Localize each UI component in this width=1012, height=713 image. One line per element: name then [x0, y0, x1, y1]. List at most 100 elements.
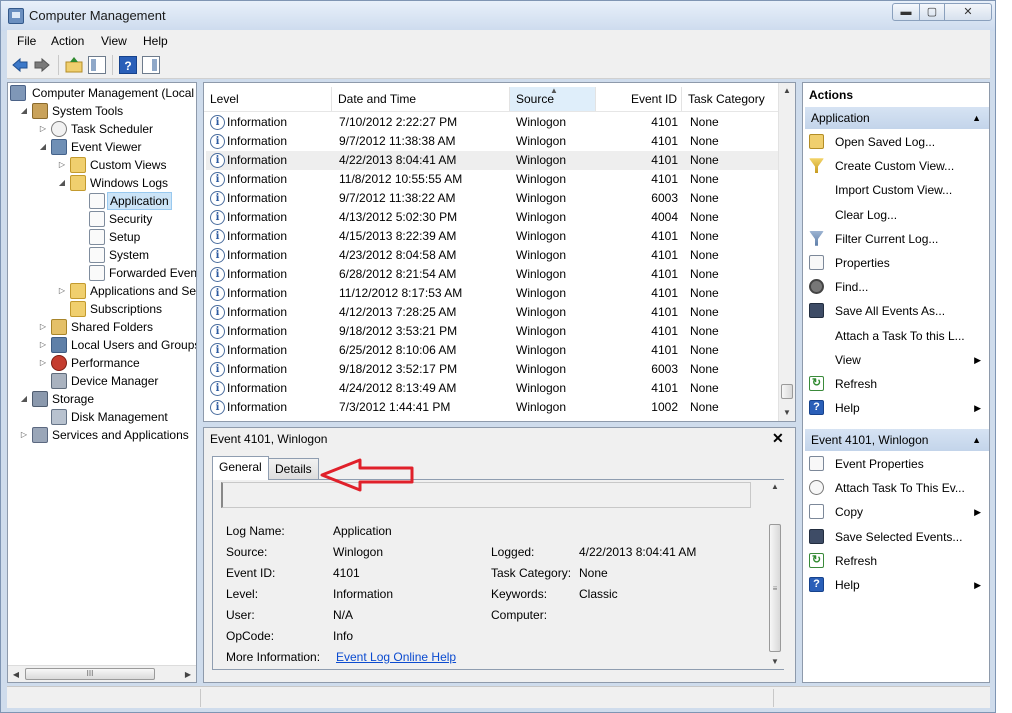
- table-row[interactable]: i Information 4/22/2013 8:04:41 AM Winlogon…: [206, 151, 778, 170]
- back-arrow-icon[interactable]: [11, 56, 29, 74]
- detail-vertical-scrollbar[interactable]: ▲ ≡ ▼: [767, 480, 784, 669]
- table-row[interactable]: i Information 11/12/2012 8:17:53 AM Winlogo…: [206, 284, 778, 303]
- scrollbar-thumb[interactable]: III: [25, 668, 155, 680]
- information-icon: i: [210, 172, 225, 187]
- tree-horizontal-scrollbar[interactable]: ◀ III ▶: [8, 665, 196, 682]
- help-icon[interactable]: ?: [119, 56, 137, 74]
- action-help[interactable]: ? Help ▶: [807, 574, 987, 596]
- expand-arrow-icon[interactable]: ▷: [37, 120, 49, 138]
- event-log-online-help-link[interactable]: Event Log Online Help: [336, 650, 456, 664]
- show-hide-action-pane-icon[interactable]: [142, 56, 160, 74]
- expand-arrow-icon[interactable]: ▷: [37, 318, 49, 336]
- action-attach-a-task-to-this-l[interactable]: Attach a Task To this L...: [807, 325, 987, 347]
- menu-view[interactable]: View: [101, 34, 127, 48]
- scroll-right-arrow-icon[interactable]: ▶: [181, 668, 195, 681]
- menu-bar: File Action View Help: [7, 30, 990, 52]
- menu-action[interactable]: Action: [51, 34, 84, 48]
- collapse-arrow-icon[interactable]: ◢: [56, 174, 68, 192]
- action-refresh[interactable]: ↻ Refresh: [807, 550, 987, 572]
- action-clear-log[interactable]: Clear Log...: [807, 204, 987, 226]
- table-row[interactable]: i Information 7/10/2012 2:22:27 PM Winlogon…: [206, 113, 778, 132]
- action-open-saved-log[interactable]: Open Saved Log...: [807, 131, 987, 153]
- collapse-section-icon[interactable]: ▲: [972, 107, 981, 129]
- column-header-level[interactable]: Level: [204, 87, 332, 111]
- table-row[interactable]: i Information 9/7/2012 11:38:22 AM Winlogon…: [206, 189, 778, 208]
- action-label: Import Custom View...: [835, 183, 953, 198]
- action-properties[interactable]: Properties: [807, 252, 987, 274]
- scroll-up-arrow-icon[interactable]: ▲: [767, 480, 783, 494]
- table-row[interactable]: i Information 9/18/2012 3:53:21 PM Winlogon…: [206, 322, 778, 341]
- scroll-down-arrow-icon[interactable]: ▼: [767, 655, 783, 669]
- table-row[interactable]: i Information 4/12/2013 7:28:25 AM Winlogon…: [206, 303, 778, 322]
- collapse-arrow-icon[interactable]: ◢: [18, 102, 30, 120]
- cell-source: Winlogon: [516, 153, 567, 167]
- action-create-custom-view[interactable]: Create Custom View...: [807, 155, 987, 177]
- table-row[interactable]: i Information 4/23/2012 8:04:58 AM Winlogon…: [206, 246, 778, 265]
- column-header-event-id[interactable]: Event ID: [596, 87, 682, 111]
- forward-arrow-icon[interactable]: [33, 56, 51, 74]
- collapse-arrow-icon[interactable]: ◢: [37, 138, 49, 156]
- services-icon: [32, 427, 48, 443]
- tree-node-label: Task Scheduler: [71, 122, 154, 136]
- scroll-left-arrow-icon[interactable]: ◀: [9, 668, 23, 681]
- information-icon: i: [210, 248, 225, 263]
- menu-file[interactable]: File: [17, 34, 36, 48]
- expand-arrow-icon[interactable]: ▷: [56, 282, 68, 300]
- table-row[interactable]: i Information 4/13/2012 5:02:30 PM Winlogon…: [206, 208, 778, 227]
- log-name-value: Application: [333, 524, 392, 538]
- close-icon[interactable]: ✕: [772, 430, 784, 447]
- table-row[interactable]: i Information 6/25/2012 8:10:06 AM Winlogon…: [206, 341, 778, 360]
- event-description-box[interactable]: [221, 482, 751, 508]
- collapse-arrow-icon[interactable]: ◢: [18, 390, 30, 408]
- cell-level: Information: [227, 343, 288, 357]
- computer-label: Computer:: [491, 608, 548, 622]
- action-attach-task-to-this-ev[interactable]: Attach Task To This Ev...: [807, 477, 987, 499]
- table-row[interactable]: i Information 7/3/2012 1:44:41 PM Winlogon 1…: [206, 398, 778, 417]
- action-view[interactable]: View ▶: [807, 349, 987, 371]
- column-header-date-and-time[interactable]: Date and Time: [332, 87, 510, 111]
- cell-source: Winlogon: [516, 191, 567, 205]
- table-row[interactable]: i Information 6/28/2012 8:21:54 AM Winlogon…: [206, 265, 778, 284]
- table-row[interactable]: i Information 11/8/2012 10:55:55 AM Winlogo…: [206, 170, 778, 189]
- minimize-button[interactable]: ▬: [892, 3, 920, 21]
- action-help[interactable]: ? Help ▶: [807, 397, 987, 419]
- tab-details[interactable]: Details: [268, 458, 319, 480]
- collapse-section-icon[interactable]: ▲: [972, 429, 981, 451]
- show-hide-console-tree-icon[interactable]: [88, 56, 106, 74]
- scrollbar-thumb[interactable]: [781, 384, 793, 399]
- up-one-level-icon[interactable]: [65, 56, 83, 74]
- scroll-down-arrow-icon[interactable]: ▼: [779, 405, 795, 421]
- table-row[interactable]: i Information 4/15/2013 8:22:39 AM Winlogon…: [206, 227, 778, 246]
- events-vertical-scrollbar[interactable]: ▲ ▼: [778, 83, 795, 421]
- expand-arrow-icon[interactable]: ▷: [37, 354, 49, 372]
- expand-arrow-icon[interactable]: ▷: [18, 426, 30, 444]
- table-row[interactable]: i Information 9/18/2012 3:52:17 PM Winlogon…: [206, 360, 778, 379]
- action-refresh[interactable]: ↻ Refresh: [807, 373, 987, 395]
- action-copy[interactable]: Copy ▶: [807, 501, 987, 523]
- cell-task-category: None: [690, 362, 719, 376]
- action-save-all-events-as[interactable]: Save All Events As...: [807, 300, 987, 322]
- table-row[interactable]: i Information 4/24/2012 8:13:49 AM Winlogon…: [206, 379, 778, 398]
- expand-arrow-icon[interactable]: ▷: [37, 336, 49, 354]
- tab-general[interactable]: General: [212, 456, 269, 480]
- table-row[interactable]: i Information 9/7/2012 11:38:38 AM Winlogon…: [206, 132, 778, 151]
- column-header-task-category[interactable]: Task Category: [682, 87, 780, 111]
- cell-task-category: None: [690, 305, 719, 319]
- action-label: Create Custom View...: [835, 159, 955, 174]
- action-import-custom-view[interactable]: Import Custom View...: [807, 179, 987, 201]
- column-header-source[interactable]: Source ▲: [510, 86, 596, 111]
- close-window-button[interactable]: ✕: [944, 3, 992, 21]
- scroll-up-arrow-icon[interactable]: ▲: [779, 83, 795, 99]
- action-event-properties[interactable]: Event Properties: [807, 453, 987, 475]
- action-save-selected-events[interactable]: Save Selected Events...: [807, 526, 987, 548]
- actions-section-application[interactable]: Application ▲: [805, 107, 989, 129]
- menu-help[interactable]: Help: [143, 34, 168, 48]
- actions-section-event[interactable]: Event 4101, Winlogon ▲: [805, 429, 989, 451]
- action-label: Open Saved Log...: [835, 135, 936, 149]
- action-find[interactable]: Find...: [807, 276, 987, 298]
- action-filter-current-log[interactable]: Filter Current Log...: [807, 228, 987, 250]
- title-bar[interactable]: Computer Management ▬ ▢ ✕: [1, 1, 995, 31]
- expand-arrow-icon[interactable]: ▷: [56, 156, 68, 174]
- maximize-button[interactable]: ▢: [919, 3, 945, 21]
- scrollbar-thumb[interactable]: ≡: [769, 524, 781, 652]
